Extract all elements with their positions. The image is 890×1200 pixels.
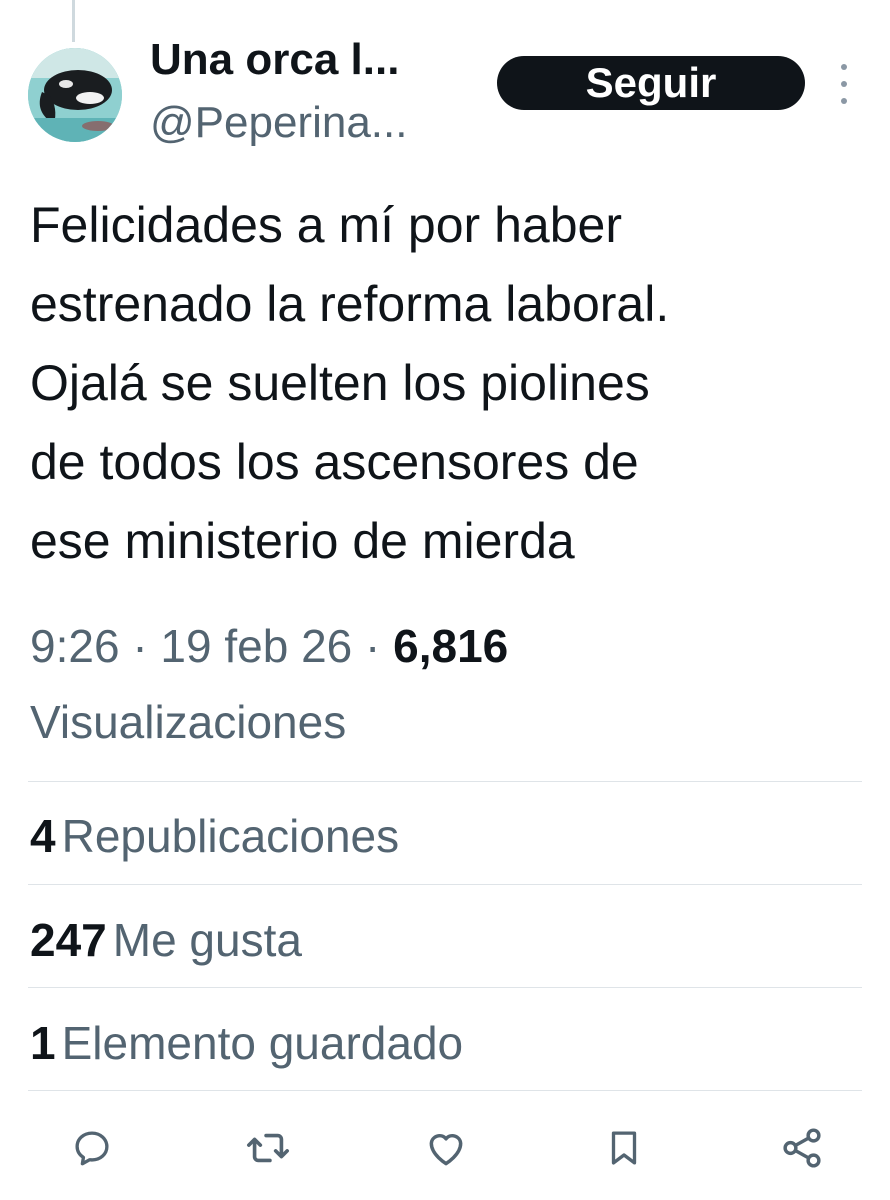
tweet-text-line: ese ministerio de mierda [30, 513, 575, 569]
like-icon [429, 1134, 463, 1166]
divider [28, 987, 862, 988]
reposts-stat[interactable]: 4 Republicaciones [30, 806, 399, 866]
tweet-text-line: Ojalá se suelten los piolines [30, 355, 650, 411]
meta-separator: · [365, 620, 381, 672]
likes-label: Me gusta [112, 914, 302, 966]
tweet-text-line: Felicidades a mí por haber [30, 197, 622, 253]
reposts-count: 4 [30, 810, 56, 862]
more-options-button[interactable] [832, 64, 856, 104]
tweet-text: Felicidades a mí por haber estrenado la … [30, 186, 870, 581]
bookmarks-stat[interactable]: 1 Elemento guardado [30, 1013, 463, 1073]
share-button[interactable] [776, 1122, 828, 1174]
tweet-date[interactable]: 19 feb 26 [160, 620, 352, 672]
bookmarks-label: Elemento guardado [61, 1017, 464, 1069]
more-vertical-icon [841, 64, 847, 70]
bookmarks-count: 1 [30, 1017, 56, 1069]
orca-photo-avatar [28, 48, 122, 142]
likes-stat[interactable]: 247 Me gusta [30, 910, 302, 970]
meta-separator: · [132, 620, 148, 672]
repost-icon [247, 1133, 289, 1163]
action-bar [0, 1118, 890, 1178]
tweet-meta: 9:26 · 19 feb 26 · 6,816 Visualizaciones [30, 614, 870, 754]
repost-button[interactable] [242, 1122, 294, 1174]
tweet-text-line: estrenado la reforma laboral. [30, 276, 670, 332]
display-name[interactable]: Una orca l... [150, 32, 399, 88]
share-icon [783, 1128, 821, 1168]
bookmark-icon [611, 1131, 637, 1165]
likes-count: 247 [30, 914, 107, 966]
divider [28, 884, 862, 885]
views-count: 6,816 [393, 620, 509, 672]
views-label: Visualizaciones [30, 696, 347, 748]
thread-connector-line [72, 0, 75, 42]
tweet-time[interactable]: 9:26 [30, 620, 120, 672]
reply-button[interactable] [66, 1122, 118, 1174]
user-handle[interactable]: @Peperina... [150, 95, 407, 151]
divider [28, 1090, 862, 1091]
divider [28, 781, 862, 782]
tweet-text-line: de todos los ascensores de [30, 434, 639, 490]
avatar[interactable] [28, 48, 122, 142]
like-button[interactable] [420, 1122, 472, 1174]
reposts-label: Republicaciones [61, 810, 400, 862]
reply-icon [75, 1131, 109, 1166]
bookmark-button[interactable] [598, 1122, 650, 1174]
follow-button[interactable]: Seguir [497, 56, 805, 110]
